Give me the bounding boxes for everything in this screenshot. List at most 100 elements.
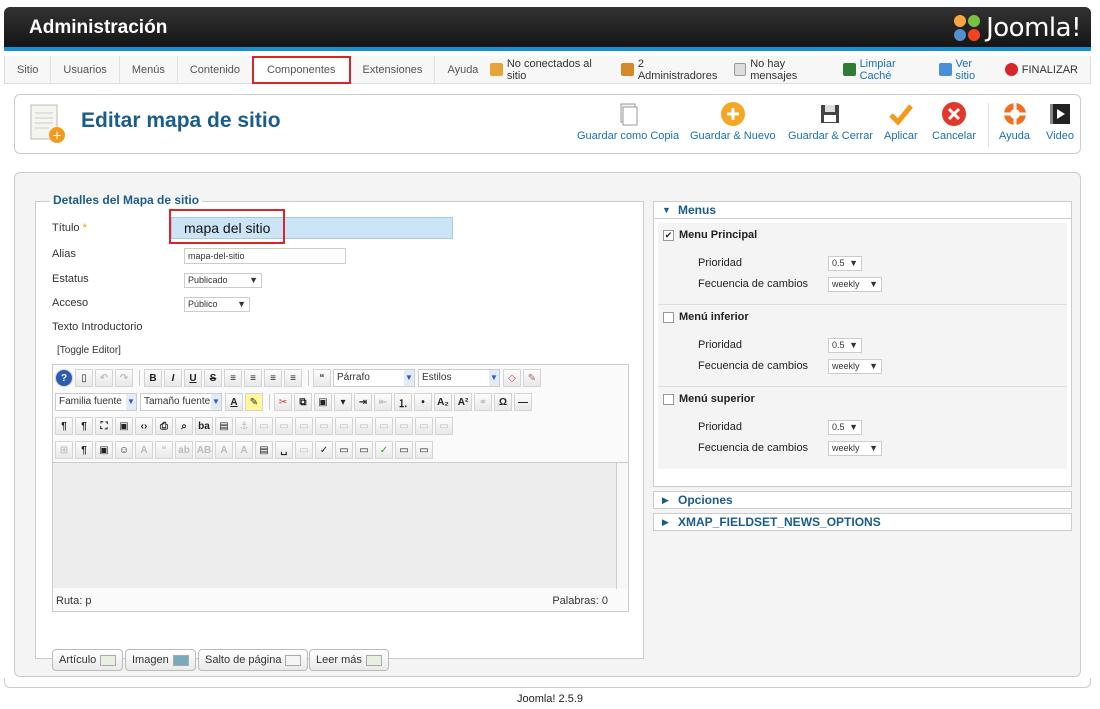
find-icon[interactable]: ⌕ bbox=[175, 417, 193, 435]
visual-chars-icon[interactable]: ¶ bbox=[75, 441, 93, 459]
align-right-icon[interactable]: ≡ bbox=[284, 369, 302, 387]
link-icon[interactable]: ⚭ bbox=[474, 393, 492, 411]
rtl-icon[interactable]: ¶ bbox=[75, 417, 93, 435]
view-site-link[interactable]: Ver sitio bbox=[939, 58, 993, 82]
subscript-icon[interactable]: A₂ bbox=[434, 393, 452, 411]
outdent-icon[interactable]: ⇤ bbox=[374, 393, 392, 411]
video-button[interactable]: Video bbox=[1046, 101, 1074, 142]
table-props-icon[interactable]: ▭ bbox=[375, 417, 393, 435]
menus-panel-header[interactable]: ▼ Menus bbox=[653, 201, 1072, 219]
numbered-list-icon[interactable]: ⒈ bbox=[394, 393, 412, 411]
align-justify-icon[interactable]: ≡ bbox=[224, 369, 242, 387]
save-new-button[interactable]: Guardar & Nuevo bbox=[690, 101, 776, 142]
style-props-icon[interactable]: A bbox=[135, 441, 153, 459]
text-color-icon[interactable]: A bbox=[225, 393, 243, 411]
source-icon[interactable]: ▭ bbox=[355, 441, 373, 459]
abbr-icon[interactable]: ab bbox=[175, 441, 193, 459]
code-icon[interactable]: ‹› bbox=[135, 417, 153, 435]
format-select[interactable]: Párrafo ▼ bbox=[333, 369, 415, 387]
menu-checkbox[interactable] bbox=[663, 311, 674, 323]
access-select[interactable]: Público ▼ bbox=[184, 297, 250, 312]
options-panel-header[interactable]: ▶ Opciones bbox=[653, 491, 1072, 509]
styles-select[interactable]: Estilos ▼ bbox=[418, 369, 500, 387]
menu-checkbox[interactable]: ✔ bbox=[663, 229, 674, 241]
image-button[interactable]: Imagen bbox=[125, 649, 196, 671]
acronym-icon[interactable]: AB bbox=[195, 441, 213, 459]
cell-props-icon[interactable]: ▭ bbox=[395, 417, 413, 435]
cut-icon[interactable]: ✂ bbox=[274, 393, 292, 411]
italic-icon[interactable]: I bbox=[164, 369, 182, 387]
save-close-button[interactable]: Guardar & Cerrar bbox=[788, 101, 873, 142]
nonbreaking-icon[interactable]: ␣ bbox=[275, 441, 293, 459]
table-merge-icon[interactable]: ▭ bbox=[335, 417, 353, 435]
bullet-list-icon[interactable]: • bbox=[414, 393, 432, 411]
preview-icon[interactable]: ▭ bbox=[415, 441, 433, 459]
paste-icon[interactable]: ▣ bbox=[314, 393, 332, 411]
frequency-select[interactable]: weekly ▼ bbox=[828, 441, 882, 456]
paste-options-icon[interactable]: ▾ bbox=[334, 393, 352, 411]
blockquote-icon[interactable]: “ bbox=[313, 369, 331, 387]
insert-image-icon[interactable]: ▣ bbox=[95, 441, 113, 459]
status-select[interactable]: Publicado ▼ bbox=[184, 273, 262, 288]
replace-icon[interactable]: ba bbox=[195, 417, 213, 435]
print-icon[interactable]: ⎙ bbox=[155, 417, 173, 435]
underline-icon[interactable]: U bbox=[184, 369, 202, 387]
font-size-select[interactable]: Tamaño fuente ▼ bbox=[140, 393, 222, 411]
help-icon[interactable]: ? bbox=[55, 369, 73, 387]
anchor-icon[interactable]: ⚓ bbox=[235, 417, 253, 435]
toggle-editor-link[interactable]: [Toggle Editor] bbox=[57, 345, 121, 356]
table-delete-icon[interactable]: ▭ bbox=[355, 417, 373, 435]
frequency-select[interactable]: weekly ▼ bbox=[828, 277, 882, 292]
help-button[interactable]: Ayuda bbox=[999, 101, 1030, 142]
new-document-icon[interactable]: ▯ bbox=[75, 369, 93, 387]
media-icon[interactable]: ▣ bbox=[115, 417, 133, 435]
spellcheck-icon[interactable]: ✓ bbox=[315, 441, 333, 459]
align-center-icon[interactable]: ≡ bbox=[244, 369, 262, 387]
layer-move-icon[interactable]: ▭ bbox=[435, 417, 453, 435]
bold-icon[interactable]: B bbox=[144, 369, 162, 387]
menu-contenido[interactable]: Contenido bbox=[178, 55, 253, 84]
strikethrough-icon[interactable]: S bbox=[204, 369, 222, 387]
priority-select[interactable]: 0.5 ▼ bbox=[828, 338, 862, 353]
article-button[interactable]: Artículo bbox=[52, 649, 124, 671]
font-family-select[interactable]: Familia fuente ▼ bbox=[55, 393, 137, 411]
editor-scrollbar[interactable] bbox=[616, 463, 628, 589]
special-char-icon[interactable]: Ω bbox=[494, 393, 512, 411]
table-icon[interactable]: ⊞ bbox=[55, 441, 73, 459]
menu-usuarios[interactable]: Usuarios bbox=[51, 55, 120, 84]
priority-select[interactable]: 0.5 ▼ bbox=[828, 256, 862, 271]
cancel-button[interactable]: Cancelar bbox=[932, 101, 976, 142]
status-messages[interactable]: No hay mensajes bbox=[733, 58, 831, 82]
blockformat-icon[interactable]: ▭ bbox=[335, 441, 353, 459]
horizontal-rule-icon[interactable]: — bbox=[514, 393, 532, 411]
template-icon[interactable]: ▤ bbox=[215, 417, 233, 435]
menu-componentes[interactable]: Componentes bbox=[252, 55, 351, 84]
ltr-icon[interactable]: ¶ bbox=[55, 417, 73, 435]
abc-check-icon[interactable]: ✓ bbox=[375, 441, 393, 459]
attributes-icon[interactable]: ▤ bbox=[255, 441, 273, 459]
copy-icon[interactable]: ⧉ bbox=[294, 393, 312, 411]
undo-icon[interactable]: ↶ bbox=[95, 369, 113, 387]
priority-select[interactable]: 0.5 ▼ bbox=[828, 420, 862, 435]
save-copy-button[interactable]: Guardar como Copia bbox=[577, 101, 679, 142]
apply-button[interactable]: Aplicar bbox=[884, 101, 918, 142]
redo-icon[interactable]: ↷ bbox=[115, 369, 133, 387]
menu-menus[interactable]: Menús bbox=[120, 55, 178, 84]
menu-sitio[interactable]: Sitio bbox=[5, 55, 52, 84]
ins-icon[interactable]: A bbox=[235, 441, 253, 459]
indent-icon[interactable]: ⇥ bbox=[354, 393, 372, 411]
editor-content-area[interactable] bbox=[53, 462, 628, 589]
cleanup-icon[interactable]: ✎ bbox=[523, 369, 541, 387]
pagebreak-icon[interactable]: ▭ bbox=[295, 441, 313, 459]
menu-extensiones[interactable]: Extensiones bbox=[351, 55, 436, 84]
table-row-before-icon[interactable]: ▭ bbox=[255, 417, 273, 435]
table-split-icon[interactable]: ▭ bbox=[315, 417, 333, 435]
fullscreen-icon[interactable]: ⛶ bbox=[95, 417, 113, 435]
news-options-panel-header[interactable]: ▶ XMAP_FIELDSET_NEWS_OPTIONS bbox=[653, 513, 1072, 531]
superscript-icon[interactable]: A² bbox=[454, 393, 472, 411]
cite-icon[interactable]: “ bbox=[155, 441, 173, 459]
page-break-button[interactable]: Salto de página bbox=[198, 649, 309, 671]
alias-input[interactable]: mapa-del-sitio bbox=[184, 248, 346, 264]
blank-icon[interactable]: ▭ bbox=[395, 441, 413, 459]
logout-link[interactable]: FINALIZAR bbox=[1004, 63, 1078, 76]
